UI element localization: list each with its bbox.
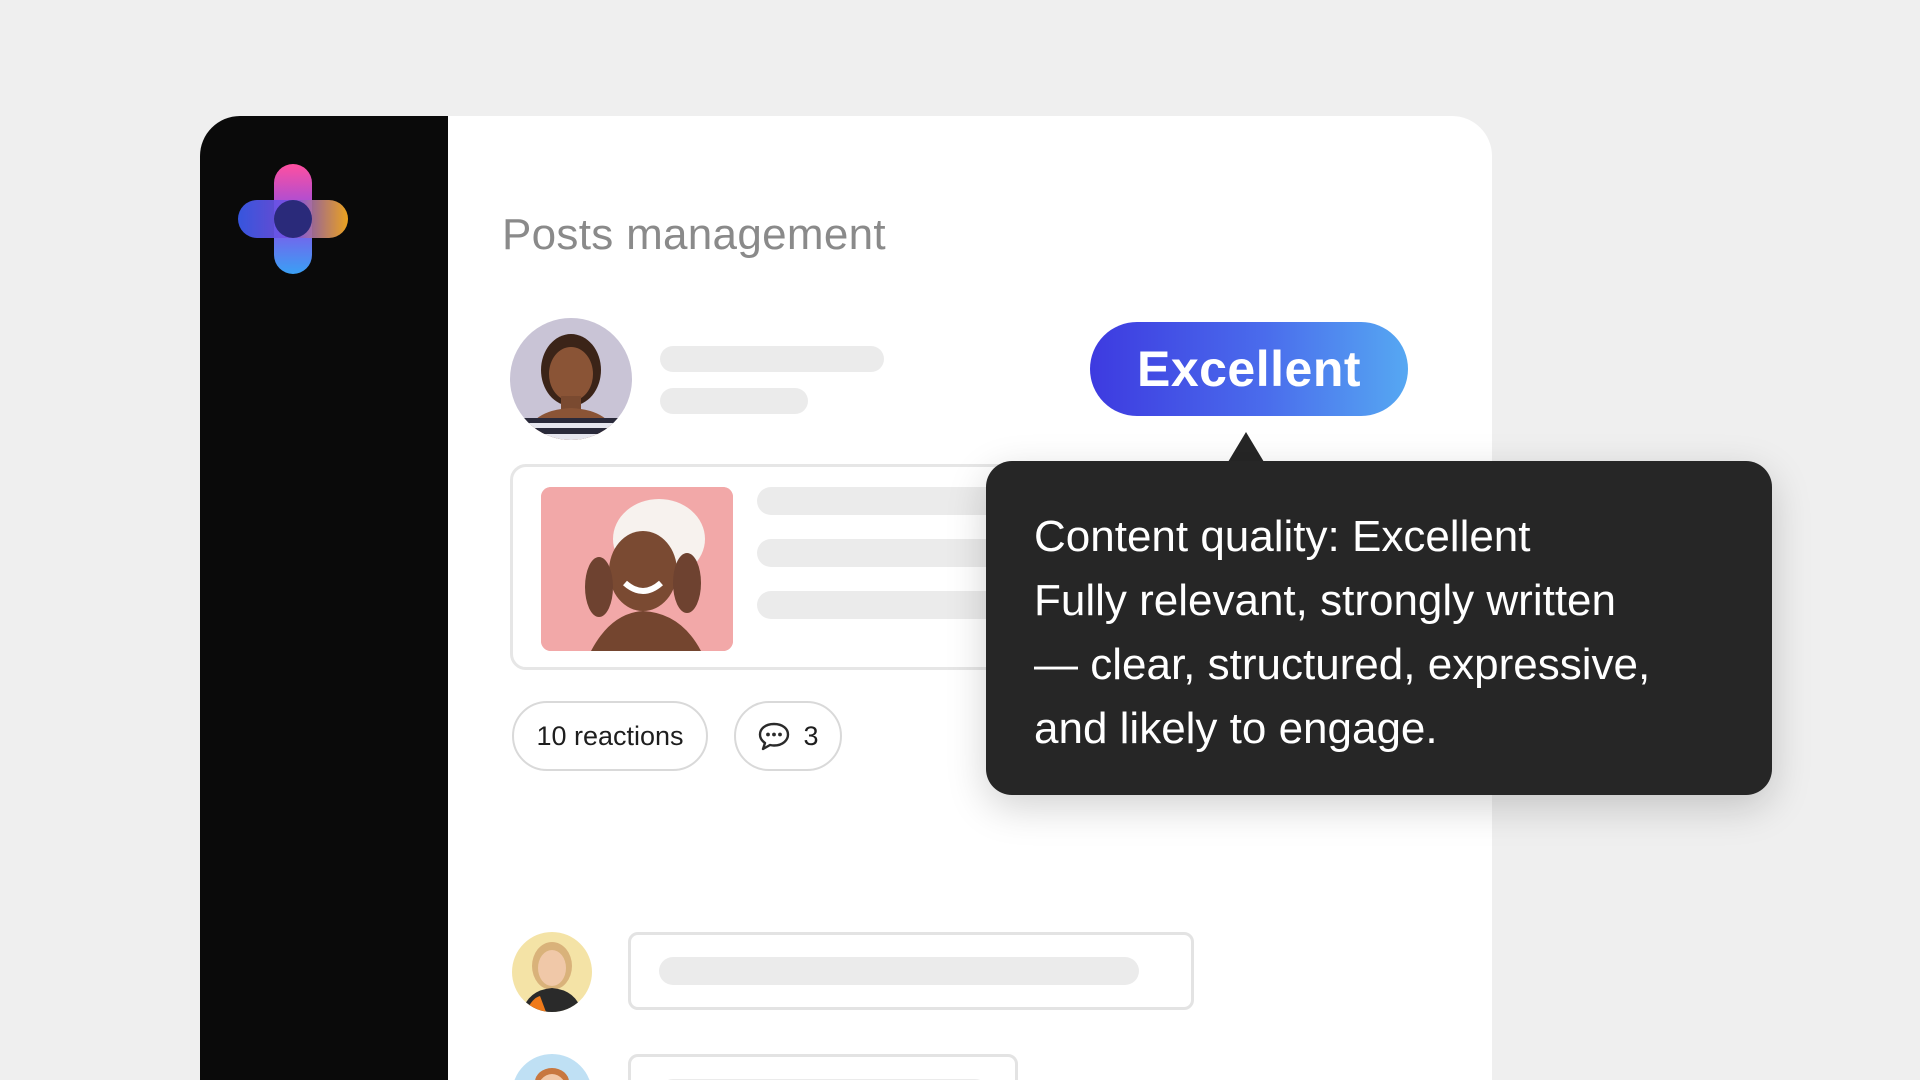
reactions-label: 10 reactions [536,720,684,751]
post-date-placeholder [660,388,808,414]
reactions-button[interactable]: 10 reactions [512,701,708,771]
commenter-avatar[interactable] [512,1054,592,1080]
content-quality-badge[interactable]: Excellent [1090,322,1408,416]
sidebar [200,116,448,1080]
tooltip-line: and likely to engage. [1034,704,1438,753]
comment-bubble-icon [757,721,791,751]
app-logo-icon[interactable] [238,164,348,274]
comment-text-placeholder [659,957,1139,985]
author-avatar[interactable] [510,318,632,440]
comment-input-box[interactable] [628,932,1194,1010]
comments-button[interactable]: 3 [734,701,842,771]
commenter-avatar[interactable] [512,932,592,1012]
author-name-placeholder [660,346,884,372]
post-image [541,487,733,651]
tooltip-line: Content quality: Excellent [1034,512,1531,561]
comment-input-box[interactable] [628,1054,1018,1080]
post-card[interactable] [510,464,1040,670]
tooltip-arrow [1228,432,1264,462]
content-quality-tooltip: Content quality: Excellent Fully relevan… [986,461,1772,795]
tooltip-line: Fully relevant, strongly written [1034,576,1616,625]
comments-count: 3 [803,720,819,751]
tooltip-line: — clear, structured, expressive, [1034,640,1651,689]
page-title: Posts management [502,210,886,259]
